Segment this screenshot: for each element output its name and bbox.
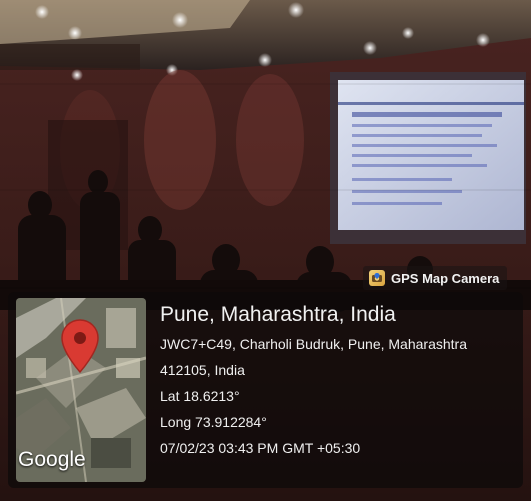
gps-map-camera-label: GPS Map Camera (391, 270, 500, 286)
place-name: Pune, Maharashtra, India (160, 303, 396, 326)
satellite-map-thumbnail: Google (16, 298, 146, 482)
address-line-2: 412105, India (160, 362, 245, 378)
gps-map-camera-badge: GPS Map Camera (363, 266, 508, 290)
map-pin-icon (61, 319, 99, 374)
location-card: Google Pune, Maharashtra, India JWC7+C49… (8, 292, 523, 488)
address-line-1: JWC7+C49, Charholi Budruk, Pune, Maharas… (160, 336, 467, 352)
google-logo: Google (18, 448, 86, 471)
geotagged-photo: GPS Map Camera Google Pune, Maharashtra,… (0, 0, 531, 501)
gps-camera-app-icon (369, 270, 385, 286)
timestamp: 07/02/23 03:43 PM GMT +05:30 (160, 440, 361, 456)
location-details: Pune, Maharashtra, India JWC7+C49, Charh… (160, 302, 520, 459)
longitude: Long 73.912284° (160, 414, 267, 430)
latitude: Lat 18.6213° (160, 388, 240, 404)
